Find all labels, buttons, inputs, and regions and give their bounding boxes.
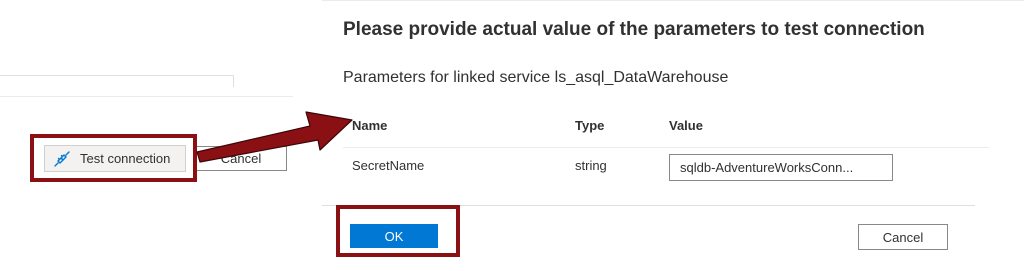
column-header-value: Value: [669, 118, 703, 133]
table-header-divider: [343, 147, 989, 148]
dialog-title: Please provide actual value of the param…: [343, 19, 925, 40]
test-connection-button[interactable]: Test connection: [44, 145, 186, 172]
divider: [233, 75, 234, 87]
divider: [0, 75, 234, 76]
divider: [0, 96, 293, 97]
ok-button[interactable]: OK: [350, 224, 438, 248]
background-blade: Test connection Cancel: [0, 0, 320, 271]
cancel-label: Cancel: [220, 151, 262, 166]
plug-connection-icon: [53, 150, 71, 168]
cancel-button[interactable]: Cancel: [195, 146, 287, 171]
column-header-type: Type: [575, 118, 605, 133]
parameter-type-cell: string: [575, 158, 607, 173]
parameter-value-input[interactable]: [669, 154, 893, 181]
dialog-subtitle: Parameters for linked service ls_asql_Da…: [343, 69, 729, 86]
screenshot-stage: Test connection Cancel Please provide ac…: [0, 0, 1024, 271]
dialog-cancel-button[interactable]: Cancel: [858, 224, 948, 250]
test-connection-parameters-dialog: Please provide actual value of the param…: [322, 0, 1024, 271]
ok-label: OK: [384, 228, 404, 244]
dialog-cancel-label: Cancel: [882, 229, 924, 245]
column-header-name: Name: [352, 118, 388, 133]
parameter-name-cell: SecretName: [352, 158, 425, 173]
test-connection-label: Test connection: [80, 151, 171, 166]
footer-divider: [322, 205, 975, 206]
